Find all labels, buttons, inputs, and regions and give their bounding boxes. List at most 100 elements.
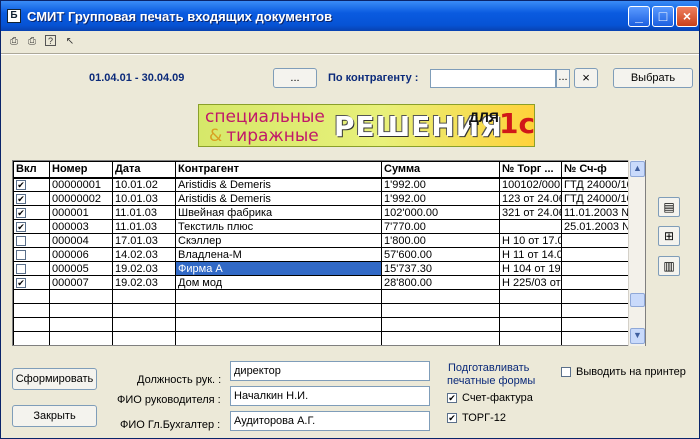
cell-date: 19.02.03	[112, 275, 176, 290]
cell-date: 10.01.03	[112, 191, 176, 206]
printer-checkbox[interactable]: Выводить на принтер	[561, 366, 686, 378]
scroll-up-icon[interactable]: ▲	[630, 161, 645, 177]
table-row[interactable]: ✔ 00000001 10.01.02 Aristidis & Demeris 1'99…	[13, 177, 631, 192]
row-checkbox-cell[interactable]: ✔	[13, 275, 50, 290]
column-header[interactable]: № Сч-ф	[561, 161, 631, 179]
row-checkbox-cell[interactable]: ✔	[13, 191, 50, 206]
cell-schf	[561, 233, 631, 248]
row-checkbox-cell[interactable]: ✔	[13, 177, 50, 192]
row-checkbox[interactable]	[16, 235, 26, 246]
table-row[interactable]: ✔ 000001 11.01.03 Швейная фабрика 102'000.00…	[13, 205, 631, 220]
row-checkbox-cell[interactable]	[13, 261, 50, 276]
row-checkbox[interactable]: ✔	[16, 207, 26, 218]
period-text: 01.04.01 - 30.04.09	[89, 72, 185, 84]
row-checkbox-cell[interactable]	[13, 247, 50, 262]
accountant-input[interactable]: Аудиторова А.Г.	[230, 411, 430, 431]
pointer-help-icon[interactable]: ↖	[63, 35, 77, 49]
column-header[interactable]: Контрагент	[175, 161, 382, 179]
documents-table[interactable]: Вкл Номер Дата Контрагент Сумма № Торг .…	[12, 160, 646, 346]
app-icon[interactable]: Б	[7, 9, 21, 23]
empty-cell	[13, 289, 50, 304]
table-row[interactable]: ✔ 00000002 10.01.03 Aristidis & Demeris 1'99…	[13, 191, 631, 206]
cell-torg: Н 225/03 от	[499, 275, 562, 290]
prepare-label-1: Подготавливать	[448, 362, 530, 374]
table-row[interactable]: ✔ 000003 11.01.03 Текстиль плюс 7'770.00 25.0…	[13, 219, 631, 234]
form-button[interactable]: Сформировать	[12, 368, 97, 390]
table-row[interactable]: 000004 17.01.03 Скэллер 1'800.00 Н 10 от 17.…	[13, 233, 631, 248]
properties-icon[interactable]: ▤	[658, 197, 680, 217]
banner-amp: &	[209, 126, 223, 146]
empty-cell	[500, 346, 562, 347]
cell-torg: 321 от 24.06	[499, 205, 562, 220]
counterparty-clear-button[interactable]: ×	[574, 68, 598, 88]
torg12-check-icon[interactable]: ✔	[447, 413, 457, 424]
empty-cell	[561, 303, 631, 318]
cell-date: 10.01.02	[112, 177, 176, 192]
empty-cell	[499, 331, 562, 345]
close-window-button[interactable]: ×	[676, 6, 698, 27]
cell-torg	[499, 219, 562, 234]
torg12-label: ТОРГ-12	[462, 412, 506, 424]
empty-cell	[112, 331, 176, 345]
columns-icon[interactable]: ⊞	[658, 226, 680, 246]
empty-row[interactable]	[13, 303, 631, 318]
empty-cell	[175, 317, 382, 332]
row-checkbox[interactable]: ✔	[16, 221, 26, 232]
counterparty-browse-button[interactable]: ...	[556, 69, 570, 88]
empty-cell	[112, 317, 176, 332]
empty-cell	[382, 346, 500, 347]
column-header[interactable]: Номер	[49, 161, 113, 179]
empty-row[interactable]	[14, 346, 631, 347]
empty-row[interactable]	[13, 331, 631, 345]
empty-cell	[175, 331, 382, 345]
head-input[interactable]: Началкин Н.И.	[230, 386, 430, 406]
title-bar[interactable]: Б СМИТ Групповая печать входящих докумен…	[1, 1, 699, 31]
empty-cell	[112, 289, 176, 304]
row-checkbox[interactable]: ✔	[16, 179, 26, 190]
minimize-button[interactable]: _	[628, 6, 650, 27]
column-header[interactable]: № Торг ...	[499, 161, 562, 179]
position-input[interactable]: директор	[230, 361, 430, 381]
empty-cell	[14, 346, 50, 347]
period-button[interactable]: ...	[273, 68, 317, 88]
help-icon[interactable]: ?	[45, 35, 56, 46]
row-checkbox[interactable]: ✔	[16, 193, 26, 204]
row-checkbox[interactable]	[16, 263, 26, 274]
cell-kontragent: Владлена-М	[175, 247, 382, 262]
scroll-thumb[interactable]	[630, 293, 645, 307]
cell-date: 11.01.03	[112, 205, 176, 220]
row-checkbox-cell[interactable]: ✔	[13, 205, 50, 220]
empty-row[interactable]	[13, 289, 631, 304]
counterparty-input[interactable]	[430, 69, 556, 88]
column-header[interactable]: Дата	[112, 161, 176, 179]
cell-number: 00000001	[49, 177, 113, 192]
invoice-checkbox[interactable]: ✔ Счет-фактура	[447, 392, 533, 404]
empty-cell	[381, 289, 500, 304]
cell-sum: 1'992.00	[381, 177, 500, 192]
group-print-alt-icon[interactable]: ⎙	[25, 35, 39, 49]
row-checkbox[interactable]: ✔	[16, 277, 26, 288]
close-button[interactable]: Закрыть	[12, 405, 97, 427]
group-print-icon[interactable]: ⎙	[7, 35, 21, 49]
column-header[interactable]: Вкл	[13, 161, 50, 179]
invoice-check-icon[interactable]: ✔	[447, 393, 457, 404]
table-row[interactable]: ✔ 000007 19.02.03 Дом мод 28'800.00 Н 225/03 …	[13, 275, 631, 290]
select-button[interactable]: Выбрать	[613, 68, 693, 88]
table-row[interactable]: 000005 19.02.03 Фирма А 15'737.30 Н 104 от 1…	[13, 261, 631, 276]
torg12-checkbox[interactable]: ✔ ТОРГ-12	[447, 412, 506, 424]
row-checkbox[interactable]	[16, 249, 26, 260]
scroll-down-icon[interactable]: ▼	[630, 328, 645, 344]
cell-number: 000005	[49, 261, 113, 276]
settings-icon[interactable]: ▥	[658, 256, 680, 276]
empty-row[interactable]	[13, 317, 631, 332]
cell-torg: 123 от 24.06	[499, 191, 562, 206]
table-scrollbar[interactable]: ▲ ▼	[628, 160, 645, 346]
table-row[interactable]: 000006 14.02.03 Владлена-М 57'600.00 Н 11 от…	[13, 247, 631, 262]
empty-cell	[499, 317, 562, 332]
row-checkbox-cell[interactable]	[13, 233, 50, 248]
column-header[interactable]: Сумма	[381, 161, 500, 179]
head-label: ФИО руководителя :	[117, 394, 221, 406]
printer-check-icon[interactable]	[561, 367, 571, 378]
maximize-button[interactable]: □	[652, 6, 674, 27]
row-checkbox-cell[interactable]: ✔	[13, 219, 50, 234]
